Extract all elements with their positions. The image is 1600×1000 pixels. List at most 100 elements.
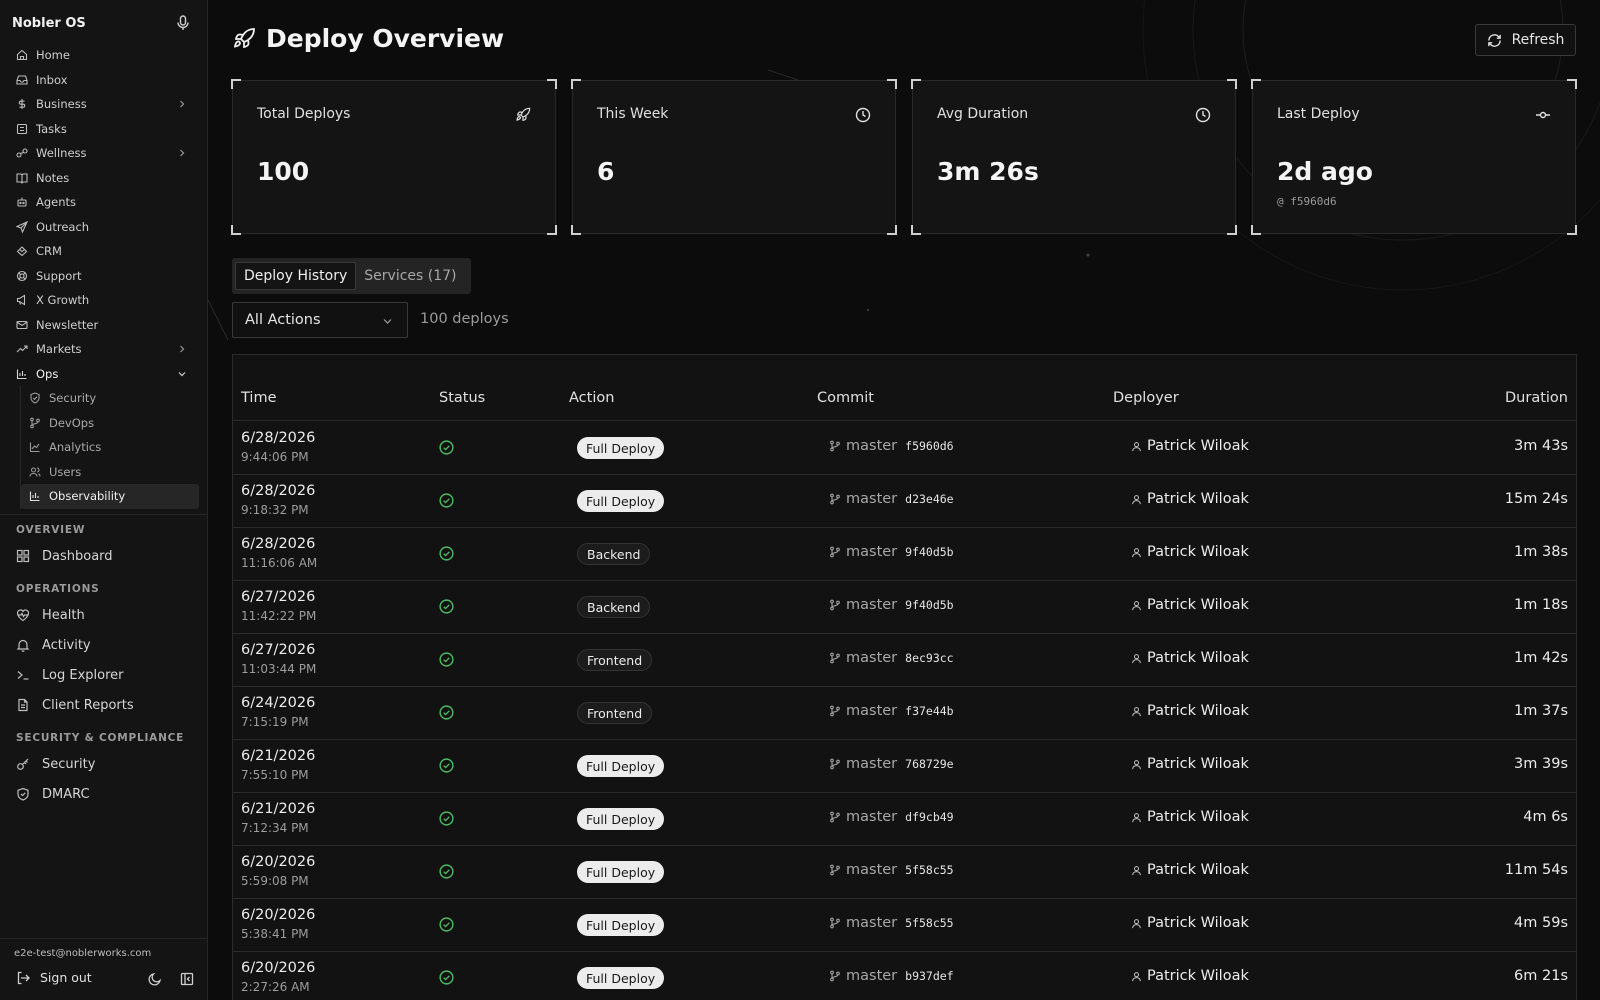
tab-services[interactable]: Services (17) [356, 262, 464, 290]
action-filter-select[interactable]: All Actions [232, 302, 408, 338]
commit-sha[interactable]: 9f40d5b [905, 545, 953, 559]
nav-item-markets[interactable]: Markets [0, 337, 207, 362]
commit-sha[interactable]: 8ec93cc [905, 651, 953, 665]
nav-label: Tasks [36, 121, 67, 136]
bar-chart-icon [16, 369, 27, 379]
deployer-name: Patrick Wiloak [1147, 756, 1249, 772]
table-row[interactable]: 6/28/2026 9:44:06 PM Full Deploy master f596… [233, 422, 1576, 475]
deploy-time: 7:12:34 PM [241, 821, 309, 835]
nav-item-inbox[interactable]: Inbox [0, 68, 207, 93]
nav-label: Security [42, 756, 96, 772]
nav-item-ops[interactable]: Ops [0, 362, 207, 387]
branch-name: master [846, 809, 898, 825]
nav-item-ops-devops[interactable]: DevOps [0, 411, 207, 436]
page-title: Deploy Overview [266, 24, 505, 53]
nav-item-tasks[interactable]: Tasks [0, 117, 207, 142]
nav-item-wellness[interactable]: Wellness [0, 141, 207, 166]
table-row[interactable]: 6/28/2026 9:18:32 PM Full Deploy master d23e… [233, 475, 1576, 528]
column-header-duration[interactable]: Duration [1505, 390, 1568, 406]
git-branch-icon [830, 758, 840, 770]
dollar-icon [18, 99, 26, 110]
refresh-button[interactable]: Refresh [1475, 24, 1576, 56]
table-row[interactable]: 6/20/2026 2:27:26 AM Full Deploy master b937… [233, 952, 1576, 1000]
nav-item-agents[interactable]: Agents [0, 190, 207, 215]
sign-out-button[interactable]: Sign out [16, 970, 92, 985]
nav-item-activity[interactable]: Activity [16, 634, 91, 656]
deployer-name: Patrick Wiloak [1147, 968, 1249, 984]
status-success-icon [439, 970, 454, 985]
commit-cell: master 9f40d5b [829, 544, 954, 560]
commit-sha[interactable]: 768729e [905, 757, 953, 771]
git-branch-icon [830, 652, 840, 664]
nav-item-ops-observability[interactable]: Observability [21, 484, 199, 509]
column-header-status[interactable]: Status [439, 390, 485, 406]
action-badge: Frontend [577, 649, 653, 671]
microphone-icon[interactable] [176, 15, 190, 31]
deployer-cell: Patrick Wiloak [1131, 809, 1249, 825]
nav-item-crm[interactable]: CRM [0, 239, 207, 264]
chevron-down-icon[interactable] [177, 369, 187, 379]
sidebar-collapse-icon[interactable] [180, 972, 194, 986]
nav-item-newsletter[interactable]: Newsletter [0, 313, 207, 338]
nav-item-ops-analytics[interactable]: Analytics [0, 435, 207, 460]
deployer-cell: Patrick Wiloak [1131, 544, 1249, 560]
table-row[interactable]: 6/21/2026 7:12:34 PM Full Deploy master df9c… [233, 793, 1576, 846]
commit-sha[interactable]: 9f40d5b [905, 598, 953, 612]
nav-item-health[interactable]: Health [16, 604, 85, 626]
git-branch-icon [830, 864, 840, 876]
column-header-action[interactable]: Action [569, 390, 614, 406]
nav-item-support[interactable]: Support [0, 264, 207, 289]
table-row[interactable]: 6/20/2026 5:59:08 PM Full Deploy master 5f58… [233, 846, 1576, 899]
deploy-history-table: Time Status Action Commit Deployer Durat… [232, 354, 1577, 1000]
commit-sha[interactable]: 5f58c55 [905, 863, 953, 877]
nav-item-outreach[interactable]: Outreach [0, 215, 207, 240]
commit-sha[interactable]: 5f58c55 [905, 916, 953, 930]
nav-label: Markets [36, 342, 82, 357]
chevron-right-icon[interactable] [177, 148, 187, 158]
nav-label: Client Reports [42, 697, 134, 713]
deploy-time: 5:59:08 PM [241, 874, 309, 888]
tab-deploy-history[interactable]: Deploy History [235, 262, 357, 290]
commit-sha[interactable]: f37e44b [905, 704, 953, 718]
table-row[interactable]: 6/24/2026 7:15:19 PM Frontend master f37e44b… [233, 687, 1576, 740]
nav-item-ops-users[interactable]: Users [0, 460, 207, 485]
chevron-down-icon [383, 319, 392, 324]
column-header-time[interactable]: Time [241, 390, 277, 406]
moon-icon[interactable] [148, 972, 162, 986]
chevron-right-icon[interactable] [177, 99, 187, 109]
deploy-date: 6/21/2026 [241, 748, 316, 764]
user-icon [1132, 865, 1141, 875]
nav-item-home[interactable]: Home [0, 43, 207, 68]
user-icon [1132, 547, 1141, 557]
commit-sha[interactable]: b937def [905, 969, 953, 983]
commit-sha[interactable]: f5960d6 [905, 439, 953, 453]
column-header-commit[interactable]: Commit [817, 390, 874, 406]
chevron-right-icon[interactable] [177, 344, 187, 354]
nav-item-security[interactable]: Security [16, 753, 95, 775]
nav-item-business[interactable]: Business [0, 92, 207, 117]
commit-sha[interactable]: df9cb49 [905, 810, 953, 824]
nav-item-client-reports[interactable]: Client Reports [16, 694, 134, 716]
nav-item-dashboard[interactable]: Dashboard [16, 545, 113, 567]
commit-cell: master df9cb49 [829, 809, 954, 825]
clock-icon [1195, 107, 1211, 123]
nav-item-x-growth[interactable]: X Growth [0, 288, 207, 313]
commit-sha[interactable]: d23e46e [905, 492, 953, 506]
table-row[interactable]: 6/27/2026 11:03:44 PM Frontend master 8ec93c… [233, 634, 1576, 687]
bar-chart-icon [29, 491, 40, 502]
nav-item-dmarc[interactable]: DMARC [16, 783, 90, 805]
deployer-name: Patrick Wiloak [1147, 915, 1249, 931]
column-header-deployer[interactable]: Deployer [1113, 390, 1179, 406]
nav-item-ops-security[interactable]: Security [0, 386, 207, 411]
action-badge: Full Deploy [577, 861, 665, 883]
table-row[interactable]: 6/21/2026 7:55:10 PM Full Deploy master 7687… [233, 740, 1576, 793]
deploy-date: 6/20/2026 [241, 907, 316, 923]
nav-item-notes[interactable]: Notes [0, 166, 207, 191]
nav-item-log-explorer[interactable]: Log Explorer [16, 664, 123, 686]
user-icon [1132, 441, 1141, 451]
status-success-icon [439, 546, 454, 561]
table-row[interactable]: 6/20/2026 5:38:41 PM Full Deploy master 5f58… [233, 899, 1576, 952]
commit-cell: master 5f58c55 [829, 862, 954, 878]
table-row[interactable]: 6/28/2026 11:16:06 AM Backend master 9f40d5b… [233, 528, 1576, 581]
table-row[interactable]: 6/27/2026 11:42:22 PM Backend master 9f40d5b… [233, 581, 1576, 634]
